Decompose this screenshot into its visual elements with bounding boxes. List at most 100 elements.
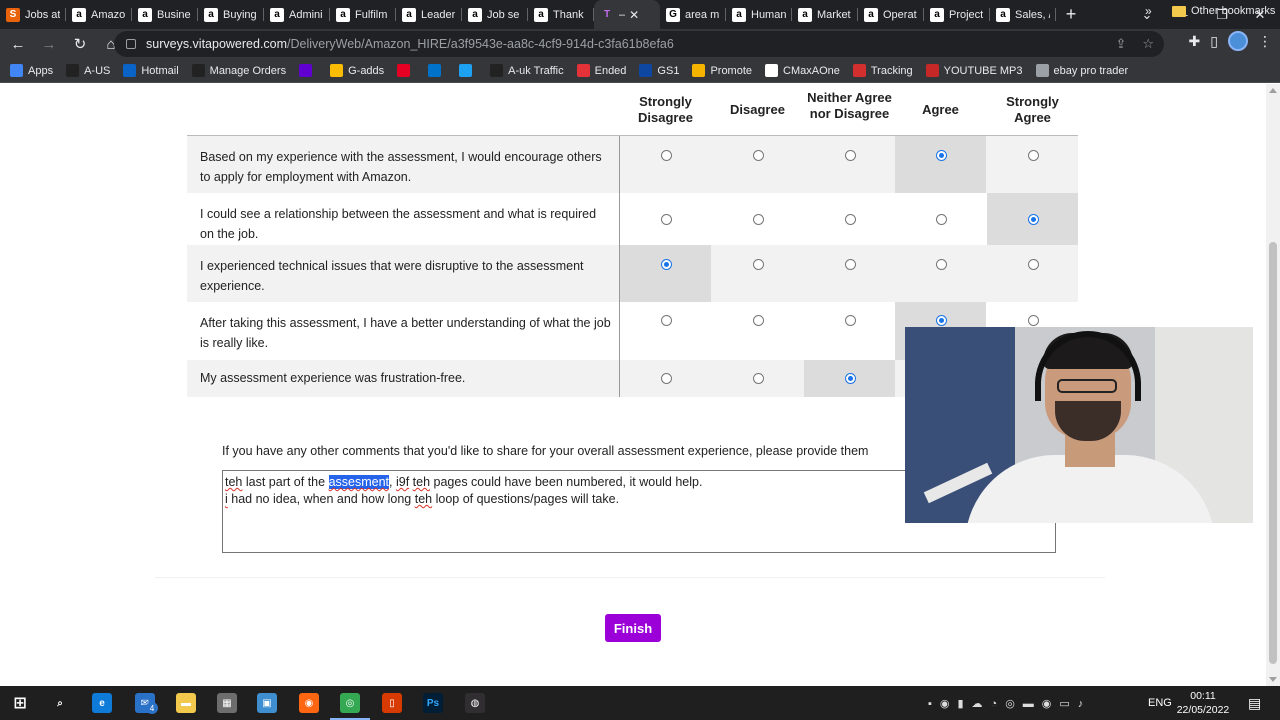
radio-button[interactable]	[845, 315, 856, 326]
search-icon[interactable]: ⌕	[50, 693, 70, 713]
radio-button[interactable]	[661, 315, 672, 326]
scroll-down-icon[interactable]	[1269, 677, 1277, 682]
radio-button[interactable]	[753, 315, 764, 326]
radio-button[interactable]	[936, 150, 947, 161]
radio-button[interactable]	[753, 259, 764, 270]
extensions-icon[interactable]: ✚	[1189, 33, 1201, 50]
bookmark-item[interactable]: Tracking	[852, 64, 913, 77]
browser-tab[interactable]: T – ✕	[594, 0, 660, 29]
radio-button[interactable]	[1028, 259, 1039, 270]
radio-button[interactable]	[1028, 214, 1039, 225]
browser-tab[interactable]: S Jobs at	[0, 0, 66, 29]
windows-start-icon[interactable]: ⊞	[10, 693, 30, 713]
likert-option-cell[interactable]	[987, 245, 1078, 302]
browser-tab[interactable]: a Job se	[462, 0, 528, 29]
reload-icon[interactable]: ↻	[67, 31, 93, 57]
browser-tab[interactable]: a Operat	[858, 0, 924, 29]
likert-option-cell[interactable]	[620, 193, 711, 245]
scrollbar-thumb[interactable]	[1269, 242, 1277, 664]
radio-button[interactable]	[661, 373, 672, 384]
likert-option-cell[interactable]	[712, 360, 803, 397]
browser-tab[interactable]: a Sales, /	[990, 0, 1056, 29]
likert-option-cell[interactable]	[895, 136, 986, 193]
chrome-icon[interactable]: ◎	[330, 693, 370, 720]
language-indicator[interactable]: ENG	[1148, 686, 1172, 720]
forward-icon[interactable]: →	[36, 31, 62, 57]
likert-option-cell[interactable]	[987, 136, 1078, 193]
likert-option-cell[interactable]	[804, 302, 895, 360]
new-tab-button[interactable]: +	[1056, 0, 1086, 29]
edge-icon[interactable]: e	[92, 693, 112, 713]
store-icon[interactable]: ▣	[257, 693, 277, 713]
likert-option-cell[interactable]	[804, 360, 895, 397]
radio-button[interactable]	[845, 150, 856, 161]
likert-option-cell[interactable]	[620, 360, 711, 397]
finish-button[interactable]: Finish	[605, 614, 661, 642]
menu-icon[interactable]: ⋮	[1258, 33, 1272, 50]
bookmark-item[interactable]: Hotmail	[123, 64, 179, 77]
likert-option-cell[interactable]	[712, 193, 803, 245]
bookmark-item[interactable]	[459, 64, 477, 77]
likert-option-cell[interactable]	[620, 136, 711, 193]
side-panel-icon[interactable]: ▯	[1210, 33, 1218, 50]
likert-option-cell[interactable]	[895, 193, 986, 245]
likert-option-cell[interactable]	[712, 245, 803, 302]
browser-tab[interactable]: a Buying	[198, 0, 264, 29]
office-icon[interactable]: ▯	[382, 693, 402, 713]
radio-button[interactable]	[936, 214, 947, 225]
notifications-icon[interactable]: ▤	[1248, 686, 1261, 720]
bookmark-item[interactable]: A-uk Traffic	[490, 64, 564, 77]
bookmark-item[interactable]	[397, 64, 415, 77]
likert-option-cell[interactable]	[620, 245, 711, 302]
photoshop-icon[interactable]: Ps	[423, 693, 443, 713]
bookmark-item[interactable]: Manage Orders	[191, 64, 286, 77]
address-bar[interactable]: surveys.vitapowered.com/DeliveryWeb/Amaz…	[114, 31, 1164, 57]
browser-tab[interactable]: a Admini	[264, 0, 330, 29]
bookmark-item[interactable]: ebay pro trader	[1035, 64, 1128, 77]
radio-button[interactable]	[936, 259, 947, 270]
bookmark-item[interactable]: YOUTUBE MP3	[925, 64, 1023, 77]
likert-option-cell[interactable]	[895, 245, 986, 302]
bookmark-item[interactable]: CMaxAOne	[765, 64, 840, 77]
radio-button[interactable]	[753, 214, 764, 225]
file-explorer-icon[interactable]: ▬	[176, 693, 196, 713]
browser-tab[interactable]: a Fulfilm	[330, 0, 396, 29]
close-tab-icon[interactable]: ✕	[629, 8, 639, 22]
browser-tab[interactable]: a Project	[924, 0, 990, 29]
radio-button[interactable]	[753, 150, 764, 161]
bookmarks-overflow-button[interactable]: »	[1145, 4, 1152, 18]
bookmark-star-icon[interactable]: ☆	[1142, 36, 1154, 52]
browser-tab[interactable]: Garea m	[660, 0, 726, 29]
page-scrollbar[interactable]	[1266, 84, 1280, 686]
browser-tab[interactable]: a Amazo	[66, 0, 132, 29]
likert-option-cell[interactable]	[804, 136, 895, 193]
tray-icons[interactable]: ▪◉▮☁◔◎▬◉▭♪	[928, 697, 1091, 710]
profile-avatar[interactable]	[1228, 31, 1248, 51]
browser-tab[interactable]: a Thank	[528, 0, 594, 29]
likert-option-cell[interactable]	[712, 136, 803, 193]
bookmark-item[interactable]: GS1	[639, 64, 679, 77]
share-icon[interactable]: ⇪	[1115, 36, 1126, 52]
likert-option-cell[interactable]	[804, 193, 895, 245]
bookmark-item[interactable]: A-US	[66, 64, 110, 77]
bookmark-item[interactable]: G-adds	[330, 64, 384, 77]
other-bookmarks-folder[interactable]: Other bookmarks	[1172, 5, 1275, 17]
likert-option-cell[interactable]	[804, 245, 895, 302]
radio-button[interactable]	[1028, 150, 1039, 161]
calculator-icon[interactable]: ▦	[217, 693, 237, 713]
radio-button[interactable]	[1028, 315, 1039, 326]
obs-icon[interactable]: ◍	[465, 693, 485, 713]
bookmark-item[interactable]: Promote	[692, 64, 752, 77]
radio-button[interactable]	[661, 259, 672, 270]
likert-option-cell[interactable]	[620, 302, 711, 360]
back-icon[interactable]: ←	[5, 31, 31, 57]
browser-tab[interactable]: a Market	[792, 0, 858, 29]
bookmark-item[interactable]	[299, 64, 317, 77]
radio-button[interactable]	[661, 214, 672, 225]
browser-tab[interactable]: a Busine	[132, 0, 198, 29]
bookmark-item[interactable]: Ended	[576, 64, 626, 77]
radio-button[interactable]	[845, 214, 856, 225]
bookmark-item[interactable]: Apps	[10, 64, 53, 77]
radio-button[interactable]	[753, 373, 764, 384]
radio-button[interactable]	[661, 150, 672, 161]
